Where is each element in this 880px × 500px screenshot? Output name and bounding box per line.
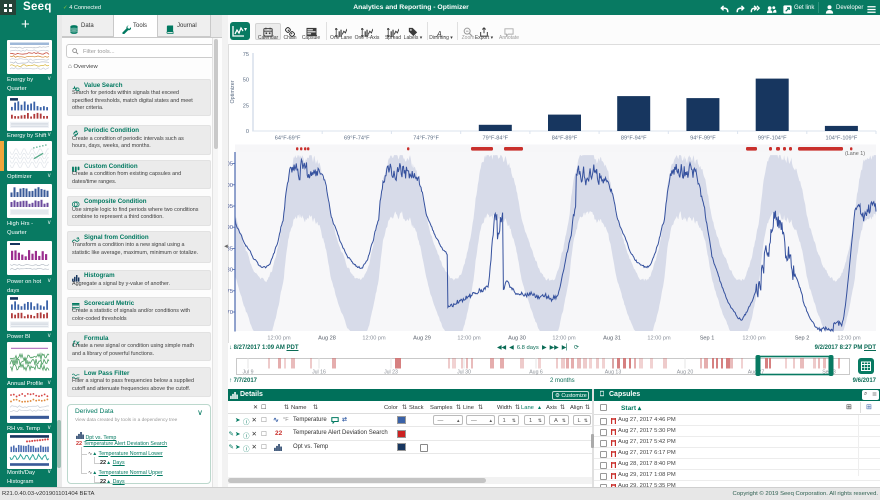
svg-text:0: 0 (246, 129, 249, 135)
svg-text:64°F-69°F: 64°F-69°F (275, 136, 301, 142)
svg-text:Aug 6: Aug 6 (529, 370, 543, 376)
svg-text:89°F-94°F: 89°F-94°F (621, 136, 647, 142)
svg-text:12:00 pm: 12:00 pm (362, 336, 386, 342)
svg-text:Jul 16: Jul 16 (312, 370, 326, 376)
svg-text:84°F-89°F: 84°F-89°F (552, 136, 578, 142)
svg-text:Sep 2: Sep 2 (795, 336, 810, 342)
svg-text:Jul 9: Jul 9 (243, 370, 254, 376)
svg-text:69°F-74°F: 69°F-74°F (344, 136, 370, 142)
svg-text:Aug 30: Aug 30 (508, 336, 526, 342)
svg-text:Jul 30: Jul 30 (457, 370, 471, 376)
svg-text:74°F-79°F: 74°F-79°F (413, 136, 439, 142)
svg-text:Aug 20: Aug 20 (677, 370, 694, 376)
svg-text:Jul 23: Jul 23 (384, 370, 398, 376)
svg-text:25: 25 (243, 103, 249, 109)
svg-text:12:00 pm: 12:00 pm (742, 336, 766, 342)
svg-text:100: 100 (228, 183, 233, 189)
svg-text:Aug 31: Aug 31 (603, 336, 621, 342)
svg-text:75: 75 (243, 52, 249, 58)
svg-text:Aug 13: Aug 13 (605, 370, 622, 376)
svg-text:75: 75 (228, 289, 233, 295)
svg-text:90: 90 (228, 225, 233, 231)
svg-text:Aug 28: Aug 28 (318, 336, 336, 342)
svg-text:Sep 1: Sep 1 (700, 336, 715, 342)
svg-text:70: 70 (228, 310, 233, 316)
svg-text:12:00 pm: 12:00 pm (267, 336, 291, 342)
svg-text:80: 80 (228, 268, 233, 274)
svg-text:12:00 pm: 12:00 pm (552, 336, 576, 342)
svg-text:95: 95 (228, 204, 233, 210)
svg-text:12:00 pm: 12:00 pm (837, 336, 861, 342)
svg-text:12:00 pm: 12:00 pm (647, 336, 671, 342)
svg-text:99°F-104°F: 99°F-104°F (758, 136, 787, 142)
svg-text:79°F-84°F: 79°F-84°F (482, 136, 508, 142)
svg-text:50: 50 (243, 78, 249, 84)
svg-text:105: 105 (228, 162, 233, 168)
svg-text:Aug 29: Aug 29 (413, 336, 431, 342)
svg-text:94°F-99°F: 94°F-99°F (690, 136, 716, 142)
svg-text:12:00 pm: 12:00 pm (457, 336, 481, 342)
svg-text:Optimizer: Optimizer (230, 80, 236, 103)
svg-text:85: 85 (228, 246, 233, 252)
svg-text:104°F-109°F: 104°F-109°F (825, 136, 857, 142)
